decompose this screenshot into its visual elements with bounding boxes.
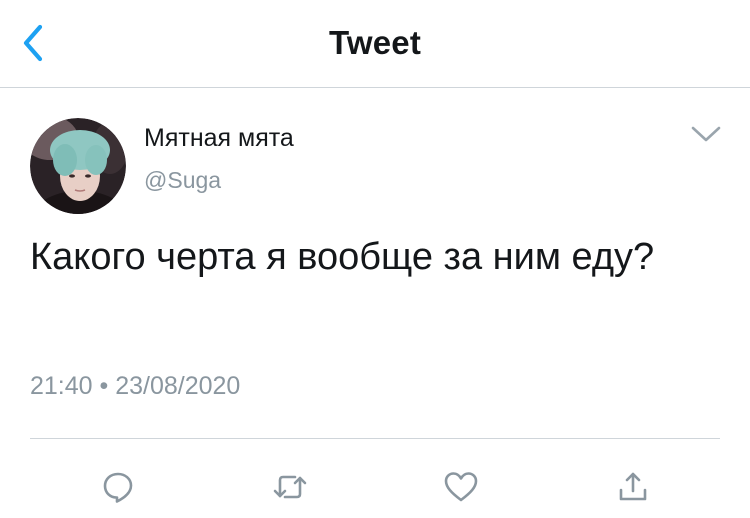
like-icon: [444, 472, 478, 502]
reply-icon: [103, 472, 133, 503]
author-name[interactable]: Мятная мята: [144, 124, 294, 153]
chevron-down-icon: [691, 126, 721, 142]
tweet-timestamp: 21:40 • 23/08/2020: [30, 372, 241, 400]
page-title: Tweet: [328, 24, 422, 61]
author-handle[interactable]: @Suga: [144, 167, 221, 194]
share-icon: [619, 472, 647, 501]
profile-photo: [30, 118, 126, 214]
share-button[interactable]: [607, 461, 659, 513]
tweet-text: Какого черта я вообще за ним еду?: [30, 236, 655, 278]
retweet-button[interactable]: [264, 461, 316, 513]
reply-button[interactable]: [92, 461, 144, 513]
divider: [30, 438, 720, 439]
navigation-bar: Tweet: [0, 0, 750, 88]
retweet-icon: [273, 475, 307, 499]
more-options-button[interactable]: [684, 118, 728, 150]
avatar[interactable]: [30, 118, 126, 214]
like-button[interactable]: [435, 461, 487, 513]
tweet-actions: [0, 455, 750, 515]
